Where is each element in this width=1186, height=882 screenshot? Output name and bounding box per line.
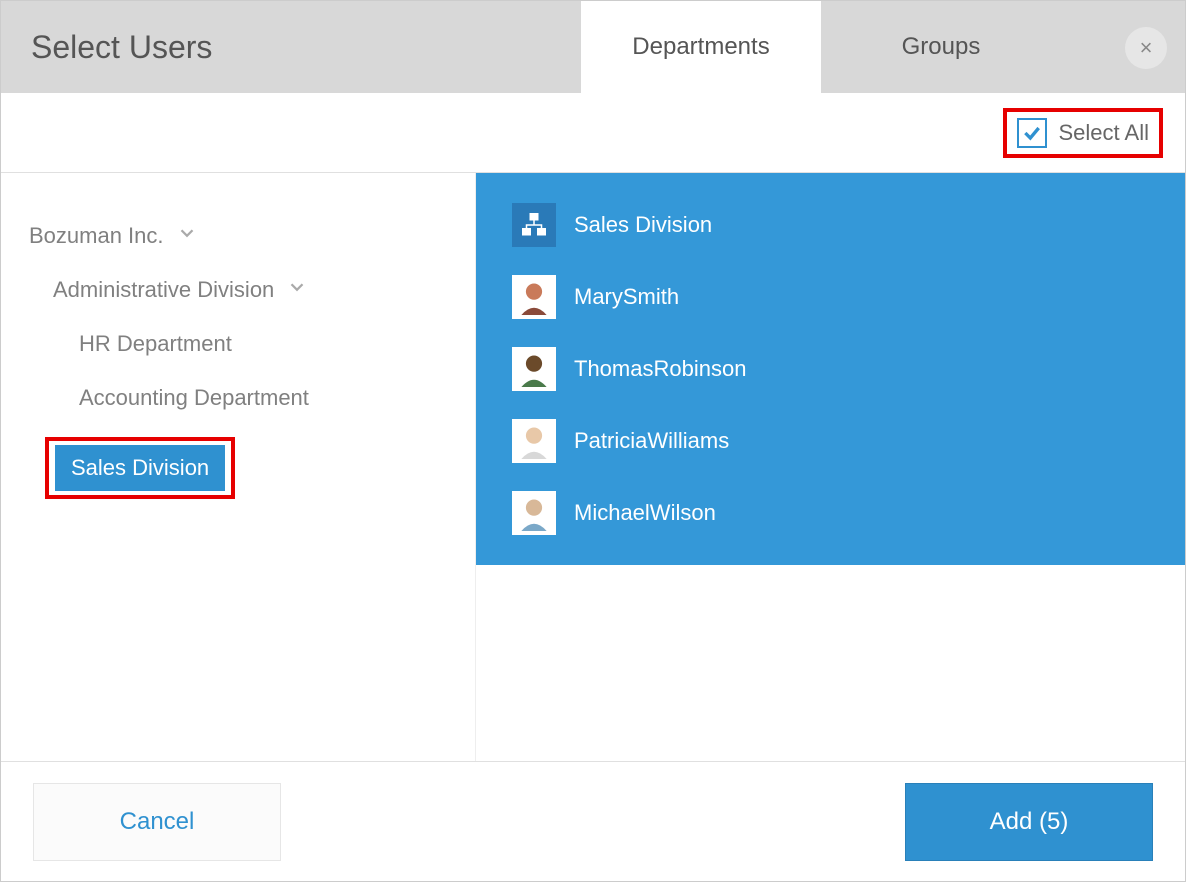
close-icon: × [1140, 35, 1153, 61]
list-item-label: ThomasRobinson [574, 356, 746, 382]
tree-label: Sales Division [55, 445, 225, 491]
tree-item-root[interactable]: Bozuman Inc. [29, 209, 475, 263]
select-all-control[interactable]: Select All [1003, 108, 1164, 158]
select-all-checkbox[interactable] [1017, 118, 1047, 148]
tree-item-accounting[interactable]: Accounting Department [29, 371, 475, 425]
dialog-footer: Cancel Add (5) [1, 761, 1185, 881]
list-item-user[interactable]: MichaelWilson [512, 477, 1185, 549]
avatar [512, 347, 556, 391]
list-item-label: MarySmith [574, 284, 679, 310]
tab-label: Groups [902, 33, 981, 61]
dialog-body: Bozuman Inc. Administrative Division HR … [1, 173, 1185, 761]
department-tree: Bozuman Inc. Administrative Division HR … [1, 173, 476, 761]
dialog-header: Select Users Departments Groups × [1, 1, 1185, 93]
tree-label: Administrative Division [53, 277, 274, 303]
tree-item-administrative[interactable]: Administrative Division [29, 263, 475, 317]
toolbar: Select All [1, 93, 1185, 173]
list-item-user[interactable]: ThomasRobinson [512, 333, 1185, 405]
user-list: Sales Division MarySmith ThomasRobinson … [476, 173, 1185, 565]
list-item-label: Sales Division [574, 212, 712, 238]
close-button[interactable]: × [1125, 27, 1167, 69]
list-item-user[interactable]: PatriciaWilliams [512, 405, 1185, 477]
chevron-down-icon [286, 276, 308, 304]
tab-groups[interactable]: Groups [821, 1, 1061, 93]
select-all-label: Select All [1059, 120, 1150, 146]
tab-bar: Departments Groups [581, 1, 1061, 93]
list-item-department[interactable]: Sales Division [512, 189, 1185, 261]
tree-label: HR Department [79, 331, 232, 357]
list-item-user[interactable]: MarySmith [512, 261, 1185, 333]
org-chart-icon [512, 203, 556, 247]
user-panel: Sales Division MarySmith ThomasRobinson … [476, 173, 1185, 761]
button-label: Cancel [120, 808, 195, 836]
tree-label: Accounting Department [79, 385, 309, 411]
list-item-label: PatriciaWilliams [574, 428, 729, 454]
button-label: Add (5) [990, 808, 1069, 836]
check-icon [1022, 123, 1042, 143]
cancel-button[interactable]: Cancel [33, 783, 281, 861]
tree-label: Bozuman Inc. [29, 223, 164, 249]
chevron-down-icon [176, 222, 198, 250]
list-item-label: MichaelWilson [574, 500, 716, 526]
avatar [512, 419, 556, 463]
avatar [512, 275, 556, 319]
tree-item-sales-highlight: Sales Division [45, 437, 235, 499]
avatar [512, 491, 556, 535]
add-button[interactable]: Add (5) [905, 783, 1153, 861]
tree-item-hr[interactable]: HR Department [29, 317, 475, 371]
tab-label: Departments [632, 33, 769, 61]
dialog-title: Select Users [31, 29, 212, 66]
tree-item-sales[interactable]: Sales Division [55, 445, 225, 491]
tab-departments[interactable]: Departments [581, 1, 821, 93]
